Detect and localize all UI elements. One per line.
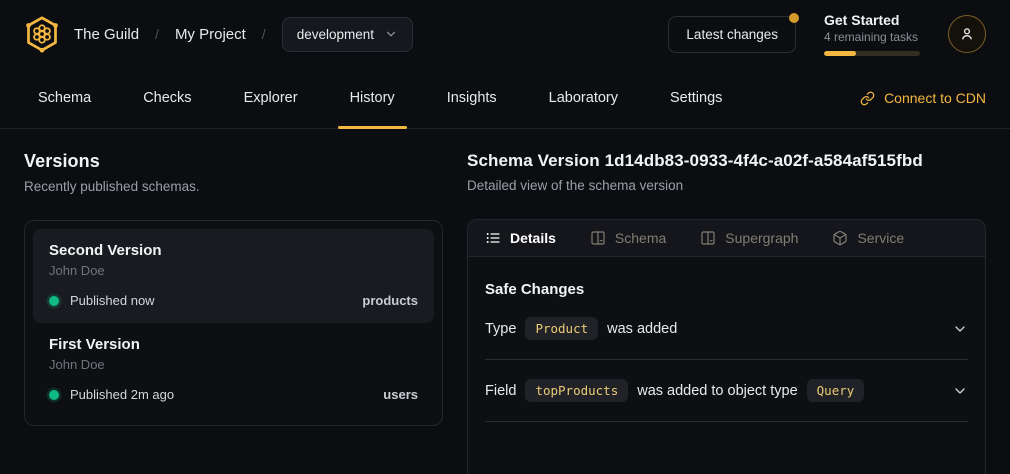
code-badge: Product — [525, 317, 598, 340]
hive-hexagon-logo-icon[interactable] — [24, 15, 60, 53]
version-detail-column: Schema Version 1d14db83-0933-4f4c-a02f-a… — [467, 151, 986, 474]
main-nav: Schema Checks Explorer History Insights … — [0, 68, 1010, 129]
user-avatar[interactable] — [948, 15, 986, 53]
chevron-down-icon — [384, 27, 398, 41]
version-detail-panel: Details Schema Supergraph — [467, 219, 986, 474]
get-started-title: Get Started — [824, 12, 920, 28]
detail-tab-label: Details — [510, 230, 556, 246]
get-started-progress-bar — [824, 51, 920, 56]
safe-changes-heading: Safe Changes — [485, 281, 968, 298]
columns-icon — [700, 230, 716, 246]
notification-dot — [789, 13, 799, 23]
chevron-down-icon[interactable] — [952, 321, 968, 337]
app-header: The Guild / My Project / development Lat… — [0, 0, 1010, 68]
code-badge: topProducts — [525, 379, 628, 402]
version-detail-header: Schema Version 1d14db83-0933-4f4c-a02f-a… — [467, 151, 986, 193]
version-author: John Doe — [49, 263, 418, 278]
breadcrumb-project[interactable]: My Project — [175, 26, 246, 43]
change-row-field-added[interactable]: Field topProducts was added to object ty… — [485, 360, 968, 422]
breadcrumb-separator: / — [155, 26, 159, 42]
version-list-item-second[interactable]: Second Version John Doe Published now pr… — [33, 229, 434, 323]
latest-changes-label: Latest changes — [686, 27, 778, 42]
change-prefix: Field — [485, 383, 516, 399]
tab-history[interactable]: History — [324, 68, 421, 128]
columns-icon — [590, 230, 606, 246]
versions-list: Second Version John Doe Published now pr… — [24, 220, 443, 426]
published-status-dot — [49, 296, 59, 306]
versions-column: Versions Recently published schemas. Sec… — [24, 151, 443, 474]
list-icon — [485, 230, 501, 246]
tab-laboratory[interactable]: Laboratory — [523, 68, 644, 128]
version-author: John Doe — [49, 357, 418, 372]
code-badge: Query — [807, 379, 865, 402]
version-detail-title: Schema Version 1d14db83-0933-4f4c-a02f-a… — [467, 151, 986, 171]
published-status-text: Published now — [70, 293, 155, 308]
target-selector-value: development — [297, 27, 374, 42]
detail-body: Safe Changes Type Product was added Fiel… — [468, 281, 985, 422]
detail-tabs: Details Schema Supergraph — [468, 220, 985, 257]
detail-tab-supergraph[interactable]: Supergraph — [700, 230, 798, 246]
breadcrumb-org[interactable]: The Guild — [74, 26, 139, 43]
versions-title: Versions — [24, 151, 443, 172]
tab-settings[interactable]: Settings — [644, 68, 748, 128]
latest-changes-button[interactable]: Latest changes — [668, 16, 796, 53]
connect-to-cdn-link[interactable]: Connect to CDN — [860, 90, 986, 106]
versions-subtitle: Recently published schemas. — [24, 179, 443, 194]
link-chain-icon — [860, 91, 875, 106]
detail-tab-label: Schema — [615, 230, 666, 246]
tab-schema[interactable]: Schema — [24, 68, 117, 128]
version-name: First Version — [49, 336, 418, 353]
published-status-text: Published 2m ago — [70, 387, 174, 402]
detail-tab-service[interactable]: Service — [832, 230, 904, 246]
change-suffix: was added — [607, 321, 677, 337]
main-content: Versions Recently published schemas. Sec… — [0, 129, 1010, 474]
target-selector-dropdown[interactable]: development — [282, 17, 413, 52]
tab-explorer[interactable]: Explorer — [218, 68, 324, 128]
service-name-badge: users — [383, 387, 418, 402]
tab-checks[interactable]: Checks — [117, 68, 217, 128]
published-status-dot — [49, 390, 59, 400]
user-icon — [959, 26, 975, 42]
chevron-down-icon[interactable] — [952, 383, 968, 399]
cube-icon — [832, 230, 848, 246]
detail-tab-details[interactable]: Details — [485, 230, 556, 246]
breadcrumb-separator: / — [262, 26, 266, 42]
header-right: Latest changes Get Started 4 remaining t… — [668, 12, 986, 56]
get-started-progress-fill — [824, 51, 856, 56]
detail-tab-label: Service — [857, 230, 904, 246]
detail-tab-label: Supergraph — [725, 230, 798, 246]
get-started-widget[interactable]: Get Started 4 remaining tasks — [824, 12, 920, 56]
change-prefix: Type — [485, 321, 516, 337]
change-middle: was added to object type — [637, 383, 797, 399]
service-name-badge: products — [362, 293, 418, 308]
versions-header: Versions Recently published schemas. — [24, 151, 443, 194]
change-row-type-added[interactable]: Type Product was added — [485, 298, 968, 360]
detail-tab-schema[interactable]: Schema — [590, 230, 666, 246]
version-name: Second Version — [49, 242, 418, 259]
get-started-subtitle: 4 remaining tasks — [824, 30, 920, 44]
breadcrumb: The Guild / My Project / development — [74, 17, 413, 52]
connect-to-cdn-label: Connect to CDN — [884, 90, 986, 106]
version-list-item-first[interactable]: First Version John Doe Published 2m ago … — [33, 323, 434, 417]
tab-insights[interactable]: Insights — [421, 68, 523, 128]
version-detail-subtitle: Detailed view of the schema version — [467, 178, 986, 193]
